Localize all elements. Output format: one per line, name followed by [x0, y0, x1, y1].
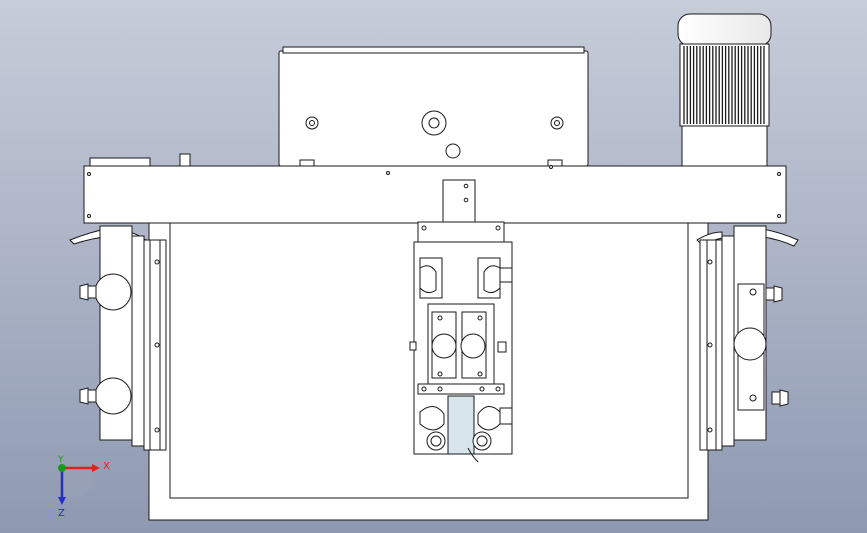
cad-viewport[interactable]: X Y Z [0, 0, 867, 533]
center-carriage [409, 179, 513, 463]
triad-z-label: Z [58, 508, 65, 519]
control-box [278, 46, 589, 167]
cad-drawing: X Y Z [0, 0, 867, 533]
triad-x-label: X [103, 461, 110, 472]
triad-y-label: Y [57, 455, 64, 465]
triad-y-axis [58, 464, 66, 472]
